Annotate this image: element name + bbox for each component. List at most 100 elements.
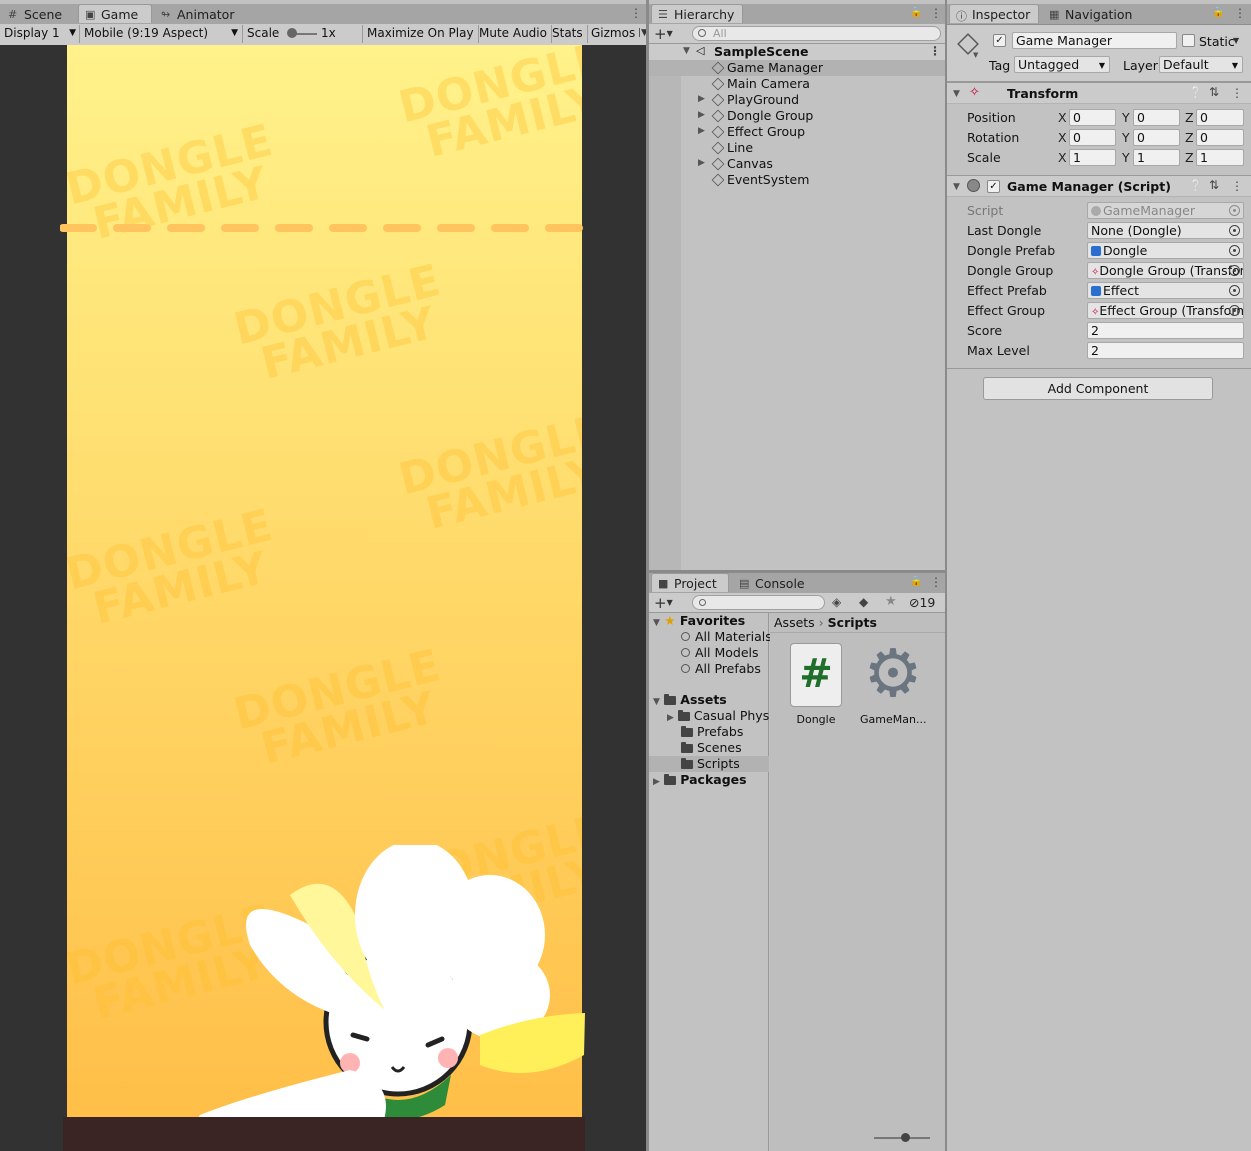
rotation-x[interactable]: 0 (1069, 129, 1116, 146)
maximize-on-play-toggle[interactable]: Maximize On Play (363, 25, 479, 43)
object-picker-icon[interactable] (1229, 285, 1240, 296)
hierarchy-item-canvas[interactable]: ▶ Canvas (649, 156, 945, 172)
project-add-button[interactable]: +▼ (654, 594, 673, 612)
favorites-item[interactable]: All Models (681, 645, 759, 661)
object-name-input[interactable]: Game Manager (1012, 32, 1177, 49)
lock-icon[interactable]: 🔒 (1212, 7, 1224, 18)
hierarchy-item-main-camera[interactable]: Main Camera (649, 76, 945, 92)
chevron-right-icon[interactable]: ▶ (653, 777, 660, 787)
scale-control[interactable]: Scale 1x (243, 25, 363, 43)
hierarchy-item-playground[interactable]: ▶ PlayGround (649, 92, 945, 108)
asset-item-gamemanager[interactable]: ⚙ GameMan... (860, 641, 926, 727)
packages-row[interactable]: ▶ Packages (653, 772, 747, 788)
component-menu-icon[interactable]: ⋮ (1231, 179, 1243, 193)
hierarchy-add-button[interactable]: +▼ (654, 25, 673, 43)
hierarchy-menu[interactable]: ⋮ (930, 6, 942, 20)
tab-game[interactable]: ▣ Game (78, 4, 152, 23)
favorites-row[interactable]: ▼ ★ Favorites (653, 613, 745, 629)
chevron-right-icon[interactable]: ▶ (698, 110, 705, 120)
rotation-z[interactable]: 0 (1196, 129, 1244, 146)
lock-icon[interactable]: 🔒 (910, 7, 922, 18)
dongle-group-field[interactable]: ✧Dongle Group (Transform) (1087, 262, 1244, 279)
assets-row[interactable]: ▼ Assets (653, 692, 727, 708)
tab-inspector[interactable]: ⓘ Inspector (949, 4, 1039, 23)
object-picker-icon[interactable] (1229, 245, 1240, 256)
position-x[interactable]: 0 (1069, 109, 1116, 126)
asset-folder-selected[interactable]: Scripts (649, 756, 769, 772)
help-icon[interactable]: ❔ (1189, 86, 1203, 99)
hierarchy-item-eventsystem[interactable]: EventSystem (649, 172, 945, 188)
search-by-label-icon[interactable]: ◆ (859, 595, 868, 609)
transform-header[interactable]: ▼ ✧ Transform ❔ ⇅ ⋮ (947, 82, 1251, 104)
object-picker-icon[interactable] (1229, 265, 1240, 276)
dongle-prefab-field[interactable]: Dongle (1087, 242, 1244, 259)
component-enabled-checkbox[interactable]: ✓ (987, 180, 1000, 193)
chevron-down-icon[interactable]: ▼ (653, 697, 660, 707)
search-by-type-icon[interactable]: ◈ (832, 595, 841, 609)
position-y[interactable]: 0 (1133, 109, 1180, 126)
object-picker-icon[interactable] (1229, 305, 1240, 316)
last-dongle-field[interactable]: None (Dongle) (1087, 222, 1244, 239)
asset-folder[interactable]: ▶ Casual Phys (667, 708, 769, 724)
tab-hierarchy[interactable]: ☰ Hierarchy (651, 4, 743, 23)
lock-icon[interactable]: 🔒 (910, 576, 922, 587)
scale-slider-knob[interactable] (287, 28, 297, 38)
effect-prefab-field[interactable]: Effect (1087, 282, 1244, 299)
component-menu-icon[interactable]: ⋮ (1231, 86, 1243, 100)
favorites-star-icon[interactable]: ★ (885, 594, 897, 609)
add-component-button[interactable]: Add Component (983, 377, 1213, 400)
tab-scene[interactable]: # Scene (2, 5, 70, 24)
aspect-dropdown[interactable]: Mobile (9:19 Aspect) ▼ (80, 25, 243, 43)
max-level-input[interactable]: 2 (1087, 342, 1244, 359)
effect-group-field[interactable]: ✧Effect Group (Transform) (1087, 302, 1244, 319)
chevron-down-icon[interactable]: ▼ (953, 89, 960, 99)
position-z[interactable]: 0 (1196, 109, 1244, 126)
rotation-y[interactable]: 0 (1133, 129, 1180, 146)
static-checkbox[interactable] (1182, 34, 1195, 47)
chevron-down-icon[interactable]: ▼ (953, 182, 960, 192)
game-viewport[interactable]: DONGLE FAMILY DONGLE FAMILY DONGLE FAMILY D… (0, 45, 647, 1151)
tab-console[interactable]: ▤ Console (733, 574, 813, 593)
preset-icon[interactable]: ⇅ (1209, 178, 1219, 192)
chevron-down-icon[interactable]: ▼ (683, 46, 690, 56)
script-component-header[interactable]: ▼ ✓ Game Manager (Script) ❔ ⇅ ⋮ (947, 175, 1251, 197)
tag-dropdown[interactable]: Untagged ▼ (1014, 56, 1110, 73)
asset-folder[interactable]: Prefabs (681, 724, 743, 740)
hierarchy-item-line[interactable]: Line (649, 140, 945, 156)
chevron-right-icon[interactable]: ▶ (698, 94, 705, 104)
object-picker-icon[interactable] (1229, 225, 1240, 236)
hierarchy-item-dongle-group[interactable]: ▶ Dongle Group (649, 108, 945, 124)
hierarchy-item-game-manager[interactable]: Game Manager (649, 60, 945, 76)
help-icon[interactable]: ❔ (1189, 179, 1203, 192)
asset-item-dongle[interactable]: # Dongle (784, 643, 848, 726)
inspector-menu[interactable]: ⋮ (1234, 6, 1246, 20)
tab-navigation[interactable]: ▦ Navigation (1043, 5, 1140, 24)
project-menu[interactable]: ⋮ (930, 575, 942, 589)
preset-icon[interactable]: ⇅ (1209, 85, 1219, 99)
chevron-right-icon[interactable]: ▶ (667, 713, 674, 723)
gizmos-toggle[interactable]: Gizmos (587, 25, 639, 43)
score-input[interactable]: 2 (1087, 322, 1244, 339)
chevron-right-icon[interactable]: ▶ (698, 126, 705, 136)
favorites-item[interactable]: All Prefabs (681, 661, 761, 677)
static-dropdown-arrow-icon[interactable]: ▼ (1233, 36, 1239, 45)
tab-project[interactable]: ■ Project (651, 573, 729, 592)
hierarchy-search-input[interactable]: All (692, 26, 941, 41)
scale-y[interactable]: 1 (1133, 149, 1180, 166)
hierarchy-item-effect-group[interactable]: ▶ Effect Group (649, 124, 945, 140)
chevron-down-icon[interactable]: ▼ (653, 618, 660, 628)
icon-size-slider-knob[interactable] (901, 1133, 910, 1142)
scale-z[interactable]: 1 (1196, 149, 1244, 166)
favorites-item[interactable]: All Materials (681, 629, 772, 645)
mute-audio-toggle[interactable]: Mute Audio (475, 25, 552, 43)
chevron-right-icon[interactable]: ▶ (698, 158, 705, 168)
layer-dropdown[interactable]: Default ▼ (1159, 56, 1243, 73)
tab-animator[interactable]: ↬ Animator (155, 5, 242, 24)
active-checkbox[interactable]: ✓ (993, 34, 1006, 47)
scale-x[interactable]: 1 (1069, 149, 1116, 166)
asset-folder[interactable]: Scenes (681, 740, 742, 756)
hidden-packages-toggle[interactable]: ⊘19 (909, 595, 935, 610)
scene-menu[interactable]: ⋮ (929, 44, 941, 58)
display-dropdown[interactable]: Display 1 ▼ (0, 25, 80, 43)
game-panel-menu[interactable]: ⋮ (630, 6, 642, 20)
